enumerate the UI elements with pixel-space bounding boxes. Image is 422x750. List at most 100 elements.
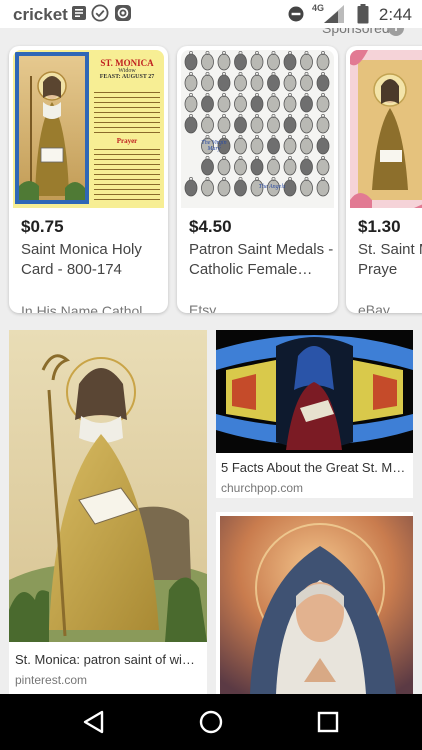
medal — [316, 137, 330, 155]
medal — [283, 74, 297, 92]
notes-icon — [72, 6, 86, 20]
medal — [217, 74, 231, 92]
medal — [300, 179, 313, 197]
medal — [250, 53, 264, 71]
recents-icon[interactable] — [314, 708, 342, 736]
sponsored-label: Sponsored — [322, 28, 390, 36]
medal — [283, 53, 297, 71]
medal — [234, 179, 247, 197]
medal — [283, 137, 297, 155]
medal — [217, 116, 231, 134]
card-title: Saint Monica Holy Card - 800-174 — [21, 241, 142, 278]
medal — [201, 74, 214, 92]
medal — [267, 74, 280, 92]
card-merchant: eBay — [358, 302, 390, 313]
medal — [184, 116, 198, 134]
card-price: $1.30 — [358, 217, 401, 236]
medal — [316, 53, 330, 71]
medal — [283, 158, 297, 176]
medal — [316, 116, 330, 134]
medal — [300, 137, 313, 155]
medal — [217, 53, 231, 71]
st-monica-painting — [9, 330, 207, 642]
card-title: St. Saint M With Praye — [358, 241, 422, 278]
medal — [184, 95, 198, 113]
medal — [250, 158, 264, 176]
medal — [300, 95, 313, 113]
medal — [250, 137, 264, 155]
image-caption: 5 Facts About the Great St. M… — [221, 460, 406, 475]
holy-card-feast: FEAST: AUGUST 27 — [99, 74, 155, 80]
st-monica-card-image — [350, 50, 422, 208]
medal — [184, 179, 198, 197]
medal — [316, 158, 330, 176]
image-result-1[interactable]: St. Monica: patron saint of wi… pinteres… — [9, 330, 207, 694]
medal — [217, 158, 231, 176]
medals-image: The Virgin Mary The Angels — [181, 50, 334, 208]
medal — [250, 95, 264, 113]
home-icon[interactable] — [197, 708, 225, 736]
cellular-signal-icon — [324, 5, 344, 23]
medal — [217, 179, 231, 197]
back-icon[interactable] — [80, 708, 108, 736]
medal — [267, 158, 280, 176]
shopping-card-2[interactable]: The Virgin Mary The Angels $4.50 Patron … — [177, 46, 338, 313]
medal — [201, 179, 214, 197]
card-price: $0.75 — [21, 217, 64, 236]
medal — [300, 158, 313, 176]
medal — [184, 53, 198, 71]
image-caption: St. Monica: patron saint of wi… — [15, 652, 195, 667]
do-not-disturb-icon — [288, 6, 304, 22]
medal — [300, 116, 313, 134]
card-price: $4.50 — [189, 217, 232, 236]
st-monica-portrait — [220, 516, 413, 694]
info-icon[interactable]: i — [388, 28, 404, 36]
medal — [184, 74, 198, 92]
medal — [316, 74, 330, 92]
card-title: Patron Saint Medals - Catholic Female… — [189, 241, 334, 278]
search-results[interactable]: Sponsored i ST. MONICA Widow FEAST: AUGU… — [0, 28, 422, 694]
medal — [234, 116, 247, 134]
medal — [316, 179, 330, 197]
medal — [316, 95, 330, 113]
navigation-bar — [0, 694, 422, 750]
medal — [267, 137, 280, 155]
medal — [201, 158, 214, 176]
medal — [234, 74, 247, 92]
battery-icon — [357, 4, 369, 24]
medals-label-left: The Virgin Mary — [201, 140, 227, 152]
image-source: churchpop.com — [221, 481, 304, 495]
medal — [234, 158, 247, 176]
shopping-card-3[interactable]: $1.30 St. Saint M With Praye eBay — [346, 46, 422, 313]
medal — [234, 53, 247, 71]
medal — [267, 95, 280, 113]
stained-glass-image — [216, 330, 413, 453]
medal — [283, 95, 297, 113]
holy-card-image: ST. MONICA Widow FEAST: AUGUST 27 Prayer — [13, 50, 164, 208]
image-result-2[interactable]: 5 Facts About the Great St. M… churchpop… — [216, 330, 413, 498]
medal — [201, 95, 214, 113]
holy-card-heading: ST. MONICA — [100, 58, 154, 68]
medal — [234, 95, 247, 113]
medal — [250, 116, 264, 134]
shopping-card-1[interactable]: ST. MONICA Widow FEAST: AUGUST 27 Prayer… — [9, 46, 168, 313]
holy-card-prayer-label: Prayer — [116, 137, 138, 145]
clock: 2:44 — [378, 5, 412, 24]
check-circle-icon — [91, 4, 109, 22]
card-merchant: Etsy — [189, 302, 217, 313]
medal — [267, 116, 280, 134]
image-source: pinterest.com — [15, 673, 88, 687]
medal — [217, 95, 231, 113]
medal — [283, 116, 297, 134]
image-result-3[interactable] — [216, 512, 413, 694]
carrier-name: cricket — [13, 5, 68, 24]
medal — [300, 74, 313, 92]
medals-label-right: The Angels — [258, 184, 286, 190]
medal — [201, 53, 214, 71]
medal — [250, 74, 264, 92]
medal — [234, 137, 247, 155]
app-notification-icon — [115, 5, 131, 21]
medal — [201, 116, 214, 134]
medal — [267, 53, 280, 71]
status-bar: cricket 4G 2:44 — [0, 0, 422, 28]
